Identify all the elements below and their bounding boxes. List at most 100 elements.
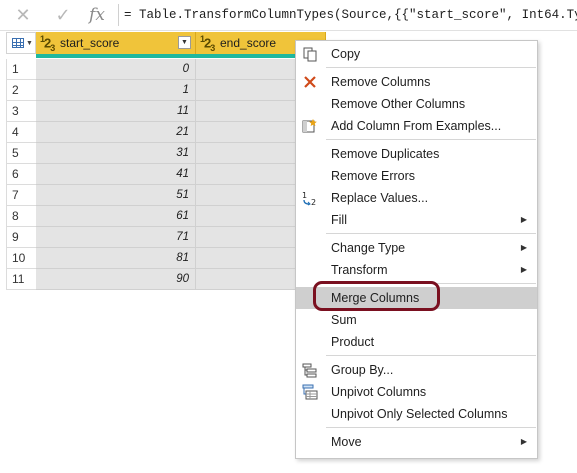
annotation-highlight bbox=[313, 281, 440, 311]
table-cell-end-score[interactable] bbox=[196, 101, 302, 122]
chevron-down-icon: ▼ bbox=[26, 40, 33, 47]
table-cell-start-score[interactable]: 90 bbox=[36, 269, 196, 290]
menu-item-remove-columns[interactable]: Remove Columns bbox=[296, 71, 537, 93]
replace-values-icon: 12 bbox=[302, 190, 318, 207]
table-cell-start-score[interactable]: 51 bbox=[36, 185, 196, 206]
row-number[interactable]: 1 bbox=[6, 59, 36, 80]
row-number[interactable]: 11 bbox=[6, 269, 36, 290]
row-number[interactable]: 10 bbox=[6, 248, 36, 269]
menu-item-label: Replace Values... bbox=[331, 191, 429, 205]
table-cell-start-score[interactable]: 0 bbox=[36, 59, 196, 80]
chevron-right-icon: ▶ bbox=[520, 265, 527, 274]
menu-item-label: Move bbox=[331, 435, 362, 449]
menu-item-unpivot-only-selected-columns[interactable]: Unpivot Only Selected Columns bbox=[296, 403, 537, 425]
menu-separator bbox=[326, 427, 536, 428]
svg-text:1: 1 bbox=[302, 191, 307, 200]
menu-item-label: Sum bbox=[331, 313, 357, 327]
table-cell-end-score[interactable] bbox=[196, 164, 302, 185]
menu-item-remove-errors[interactable]: Remove Errors bbox=[296, 165, 537, 187]
table-icon bbox=[12, 38, 24, 48]
chevron-right-icon: ▶ bbox=[520, 437, 527, 446]
table-cell-end-score[interactable] bbox=[196, 269, 302, 290]
menu-item-label: Unpivot Columns bbox=[331, 385, 427, 399]
table-cell-start-score[interactable]: 71 bbox=[36, 227, 196, 248]
menu-item-add-column-from-examples[interactable]: Add Column From Examples... bbox=[296, 115, 537, 137]
menu-item-label: Transform bbox=[331, 263, 388, 277]
table-cell-end-score[interactable] bbox=[196, 59, 302, 80]
close-icon[interactable]: ✕ bbox=[12, 4, 34, 26]
menu-separator bbox=[326, 355, 536, 356]
menu-item-label: Remove Columns bbox=[331, 75, 431, 89]
table-cell-end-score[interactable] bbox=[196, 248, 302, 269]
menu-item-remove-other-columns[interactable]: Remove Other Columns bbox=[296, 93, 537, 115]
formula-separator bbox=[118, 4, 119, 26]
row-number[interactable]: 5 bbox=[6, 143, 36, 164]
svg-text:2: 2 bbox=[311, 198, 316, 206]
table-cell-start-score[interactable]: 21 bbox=[36, 122, 196, 143]
menu-item-move[interactable]: Move ▶ bbox=[296, 431, 537, 453]
table-menu-button[interactable]: ▼ bbox=[6, 32, 36, 54]
menu-item-copy[interactable]: Copy bbox=[296, 43, 537, 65]
check-icon[interactable]: ✓ bbox=[52, 4, 74, 26]
fx-icon[interactable]: fx bbox=[86, 4, 108, 26]
menu-item-label: Remove Other Columns bbox=[331, 97, 466, 111]
menu-item-remove-duplicates[interactable]: Remove Duplicates bbox=[296, 143, 537, 165]
context-menu: Copy Remove Columns Remove Other Columns Ad… bbox=[295, 40, 538, 459]
menu-item-sum[interactable]: Sum bbox=[296, 309, 537, 331]
menu-item-group-by[interactable]: Group By... bbox=[296, 359, 537, 381]
whole-number-type-icon[interactable]: 123 bbox=[200, 34, 215, 53]
row-number[interactable]: 9 bbox=[6, 227, 36, 248]
menu-item-label: Add Column From Examples... bbox=[331, 119, 502, 133]
menu-item-label: Product bbox=[331, 335, 375, 349]
formula-input[interactable]: = Table.TransformColumnTypes(Source,{{"s… bbox=[124, 0, 577, 30]
column-quality-bar bbox=[36, 54, 196, 58]
table-cell-end-score[interactable] bbox=[196, 122, 302, 143]
menu-item-label: Group By... bbox=[331, 363, 394, 377]
row-number[interactable]: 6 bbox=[6, 164, 36, 185]
row-number[interactable]: 7 bbox=[6, 185, 36, 206]
table-cell-start-score[interactable]: 11 bbox=[36, 101, 196, 122]
table-cell-end-score[interactable] bbox=[196, 143, 302, 164]
column-name: end_score bbox=[220, 36, 277, 50]
menu-item-change-type[interactable]: Change Type ▶ bbox=[296, 237, 537, 259]
menu-item-label: Remove Duplicates bbox=[331, 147, 440, 161]
menu-item-transform[interactable]: Transform ▶ bbox=[296, 259, 537, 281]
chevron-right-icon: ▶ bbox=[520, 215, 527, 224]
menu-item-label: Copy bbox=[331, 47, 361, 61]
menu-separator bbox=[326, 67, 536, 68]
column-header-start-score[interactable]: 123 start_score ▼ bbox=[36, 32, 196, 54]
column-quality-bar bbox=[196, 54, 302, 58]
table-cell-start-score[interactable]: 41 bbox=[36, 164, 196, 185]
row-number[interactable]: 4 bbox=[6, 122, 36, 143]
menu-item-label: Unpivot Only Selected Columns bbox=[331, 407, 508, 421]
menu-item-product[interactable]: Product bbox=[296, 331, 537, 353]
group-by-icon bbox=[302, 362, 318, 378]
chevron-right-icon: ▶ bbox=[520, 243, 527, 252]
data-grid: ▼ 123 start_score ▼ 123 end_score 102131… bbox=[6, 32, 326, 290]
table-cell-end-score[interactable] bbox=[196, 227, 302, 248]
menu-item-fill[interactable]: Fill ▶ bbox=[296, 209, 537, 231]
menu-item-unpivot-columns[interactable]: Unpivot Columns bbox=[296, 381, 537, 403]
table-cell-end-score[interactable] bbox=[196, 206, 302, 227]
table-cell-start-score[interactable]: 1 bbox=[36, 80, 196, 101]
table-cell-start-score[interactable]: 81 bbox=[36, 248, 196, 269]
row-number[interactable]: 8 bbox=[6, 206, 36, 227]
formula-bar: ✕ ✓ fx = Table.TransformColumnTypes(Sour… bbox=[0, 0, 577, 31]
menu-item-label: Fill bbox=[331, 213, 347, 227]
menu-separator bbox=[326, 233, 536, 234]
filter-dropdown-icon[interactable]: ▼ bbox=[178, 36, 191, 49]
row-number[interactable]: 3 bbox=[6, 101, 36, 122]
unpivot-columns-icon bbox=[302, 384, 318, 400]
column-name: start_score bbox=[60, 36, 120, 50]
menu-item-replace-values[interactable]: 1 2 Replace Values... bbox=[296, 187, 537, 209]
table-cell-end-score[interactable] bbox=[196, 80, 302, 101]
row-number[interactable]: 2 bbox=[6, 80, 36, 101]
menu-item-label: Change Type bbox=[331, 241, 406, 255]
menu-separator bbox=[326, 139, 536, 140]
table-cell-end-score[interactable] bbox=[196, 185, 302, 206]
remove-columns-icon bbox=[302, 74, 318, 90]
table-cell-start-score[interactable]: 31 bbox=[36, 143, 196, 164]
whole-number-type-icon[interactable]: 123 bbox=[40, 34, 55, 53]
column-from-examples-icon bbox=[302, 118, 318, 134]
table-cell-start-score[interactable]: 61 bbox=[36, 206, 196, 227]
